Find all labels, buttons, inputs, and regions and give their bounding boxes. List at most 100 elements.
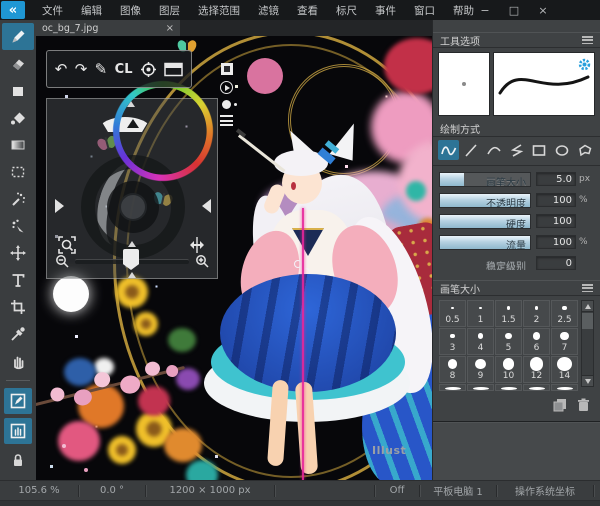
duplicate-size-icon[interactable] (553, 397, 567, 416)
nav-right-arrow[interactable] (202, 199, 211, 213)
mode-polyline[interactable] (506, 140, 527, 160)
brush-size-cell[interactable]: 2 (523, 300, 550, 327)
zoom-in-icon[interactable] (195, 254, 210, 273)
magic-wand-tool-button[interactable] (3, 185, 33, 212)
select-pen-tool-button[interactable] (3, 212, 33, 239)
slider-flow[interactable]: 流量 100 % (439, 234, 594, 250)
stabilizer-row[interactable]: 稳定级别 0 (439, 255, 594, 271)
menu-filter[interactable]: 滤镜 (249, 0, 288, 21)
menu-layer[interactable]: 图层 (150, 0, 189, 21)
brush-size-scrollbar[interactable] (581, 300, 594, 387)
touch-input-mode-toggle[interactable] (4, 418, 32, 444)
panel-menu-icon[interactable] (582, 36, 593, 44)
slider-value[interactable]: 100 (536, 214, 576, 228)
scroll-down-icon[interactable] (582, 375, 593, 386)
panel-menu-icon[interactable] (582, 284, 593, 292)
brush-size-cell[interactable]: 9 (467, 356, 494, 383)
mode-ellipse[interactable] (552, 140, 573, 160)
move-tool-button[interactable] (3, 239, 33, 266)
brush-size-cell[interactable]: 14 (551, 356, 578, 383)
slider-value[interactable]: 100 (536, 235, 576, 249)
brush-size-cell-clipped[interactable] (467, 384, 494, 391)
coordinate-mode-toggle[interactable]: 操作系统坐标 (497, 483, 593, 498)
minimize-button[interactable]: − (478, 4, 492, 17)
gradient-tool-button[interactable] (3, 131, 33, 158)
pen-input-mode-toggle[interactable] (4, 388, 32, 414)
nav-left-arrow[interactable] (55, 199, 64, 213)
slider-value[interactable]: 100 (536, 193, 576, 207)
eyedropper-tool-button[interactable] (3, 320, 33, 347)
mode-curve[interactable] (483, 140, 504, 160)
brush-settings-gear-icon[interactable] (578, 56, 591, 75)
brush-size-cell[interactable]: 8 (439, 356, 466, 383)
slider-value[interactable]: 0 (536, 256, 576, 270)
menu-image[interactable]: 图像 (111, 0, 150, 21)
scrollbar-thumb[interactable] (582, 313, 593, 329)
play-icon[interactable] (220, 81, 233, 94)
brush-size-cell[interactable]: 0.5 (439, 300, 466, 327)
drawing-canvas[interactable]: Illust ↶ ↷ ✎ CL (36, 36, 432, 480)
target-button[interactable] (140, 61, 157, 78)
fill-bucket-tool-button[interactable] (3, 104, 33, 131)
brush-size-cell[interactable]: 5 (495, 328, 522, 355)
menu-window[interactable]: 窗口 (405, 0, 444, 21)
brush-size-cell-clipped[interactable] (495, 384, 522, 391)
mode-polygon[interactable] (574, 140, 595, 160)
redo-button[interactable]: ↷ (75, 61, 88, 77)
brush-tip-preview[interactable] (438, 52, 490, 116)
text-tool-button[interactable] (3, 266, 33, 293)
brush-size-cell[interactable]: 4 (467, 328, 494, 355)
menu-view[interactable]: 查看 (288, 0, 327, 21)
nav-bottom-up-icon[interactable] (128, 272, 136, 278)
document-tab[interactable]: oc_bg_7.jpg × (36, 20, 180, 36)
pen-pressure-toggle[interactable]: Off (375, 485, 419, 496)
delete-size-icon[interactable] (577, 397, 590, 416)
clear-button[interactable]: CL (115, 63, 133, 76)
menu-event[interactable]: 事件 (366, 0, 405, 21)
zoom-slider-handle[interactable] (123, 249, 139, 270)
mode-line[interactable] (461, 140, 482, 160)
mode-rectangle[interactable] (529, 140, 550, 160)
maximize-button[interactable]: □ (507, 4, 521, 17)
brush-size-cell-clipped[interactable] (439, 384, 466, 391)
lock-tool-button[interactable] (3, 446, 33, 473)
undo-button[interactable]: ↶ (55, 61, 68, 77)
brush-size-cell[interactable]: 1 (467, 300, 494, 327)
brush-size-cell[interactable]: 7 (551, 328, 578, 355)
menu-selection[interactable]: 选择范围 (189, 0, 249, 21)
hand-tool-button[interactable] (3, 347, 33, 374)
brush-size-cell[interactable]: 2.5 (551, 300, 578, 327)
split-window-button[interactable] (164, 62, 184, 77)
slider-opacity[interactable]: 不透明度 100 % (439, 192, 594, 208)
brush-size-cell-clipped[interactable] (523, 384, 550, 391)
brush-size-cell[interactable]: 1.5 (495, 300, 522, 327)
close-button[interactable]: × (536, 4, 550, 17)
menu-ruler[interactable]: 标尺 (327, 0, 366, 21)
zoom-out-icon[interactable] (55, 254, 70, 273)
quick-pen-button[interactable]: ✎ (95, 61, 108, 77)
list-icon[interactable] (220, 115, 233, 126)
slider-value[interactable]: 5.0 (536, 172, 576, 186)
marquee-select-tool-button[interactable] (3, 158, 33, 185)
tab-close-icon[interactable]: × (166, 23, 174, 34)
shape-brush-tool-button[interactable] (3, 77, 33, 104)
brush-size-cell[interactable]: 10 (495, 356, 522, 383)
mode-freehand[interactable] (438, 140, 459, 160)
menu-edit[interactable]: 编辑 (72, 0, 111, 21)
crop-tool-button[interactable] (3, 293, 33, 320)
scroll-up-icon[interactable] (582, 301, 593, 312)
pen-tool-button[interactable] (2, 23, 34, 50)
stop-icon[interactable] (220, 63, 233, 75)
slider-hardness[interactable]: 硬度 100 (439, 213, 594, 229)
brush-size-cell[interactable]: 3 (439, 328, 466, 355)
eraser-tool-button[interactable] (3, 50, 33, 77)
slider-brush-size[interactable]: 画笔大小 5.0 px (439, 171, 594, 187)
brush-size-cell[interactable]: 6 (523, 328, 550, 355)
nav-center-up-icon[interactable] (128, 241, 136, 247)
menu-file[interactable]: 文件 (33, 0, 72, 21)
tablet-selector[interactable]: 平板电脑 1 (420, 483, 496, 498)
brush-stroke-preview[interactable] (493, 52, 595, 116)
brush-size-cell-clipped[interactable] (551, 384, 578, 391)
brush-size-cell[interactable]: 12 (523, 356, 550, 383)
record-icon[interactable] (222, 100, 237, 109)
